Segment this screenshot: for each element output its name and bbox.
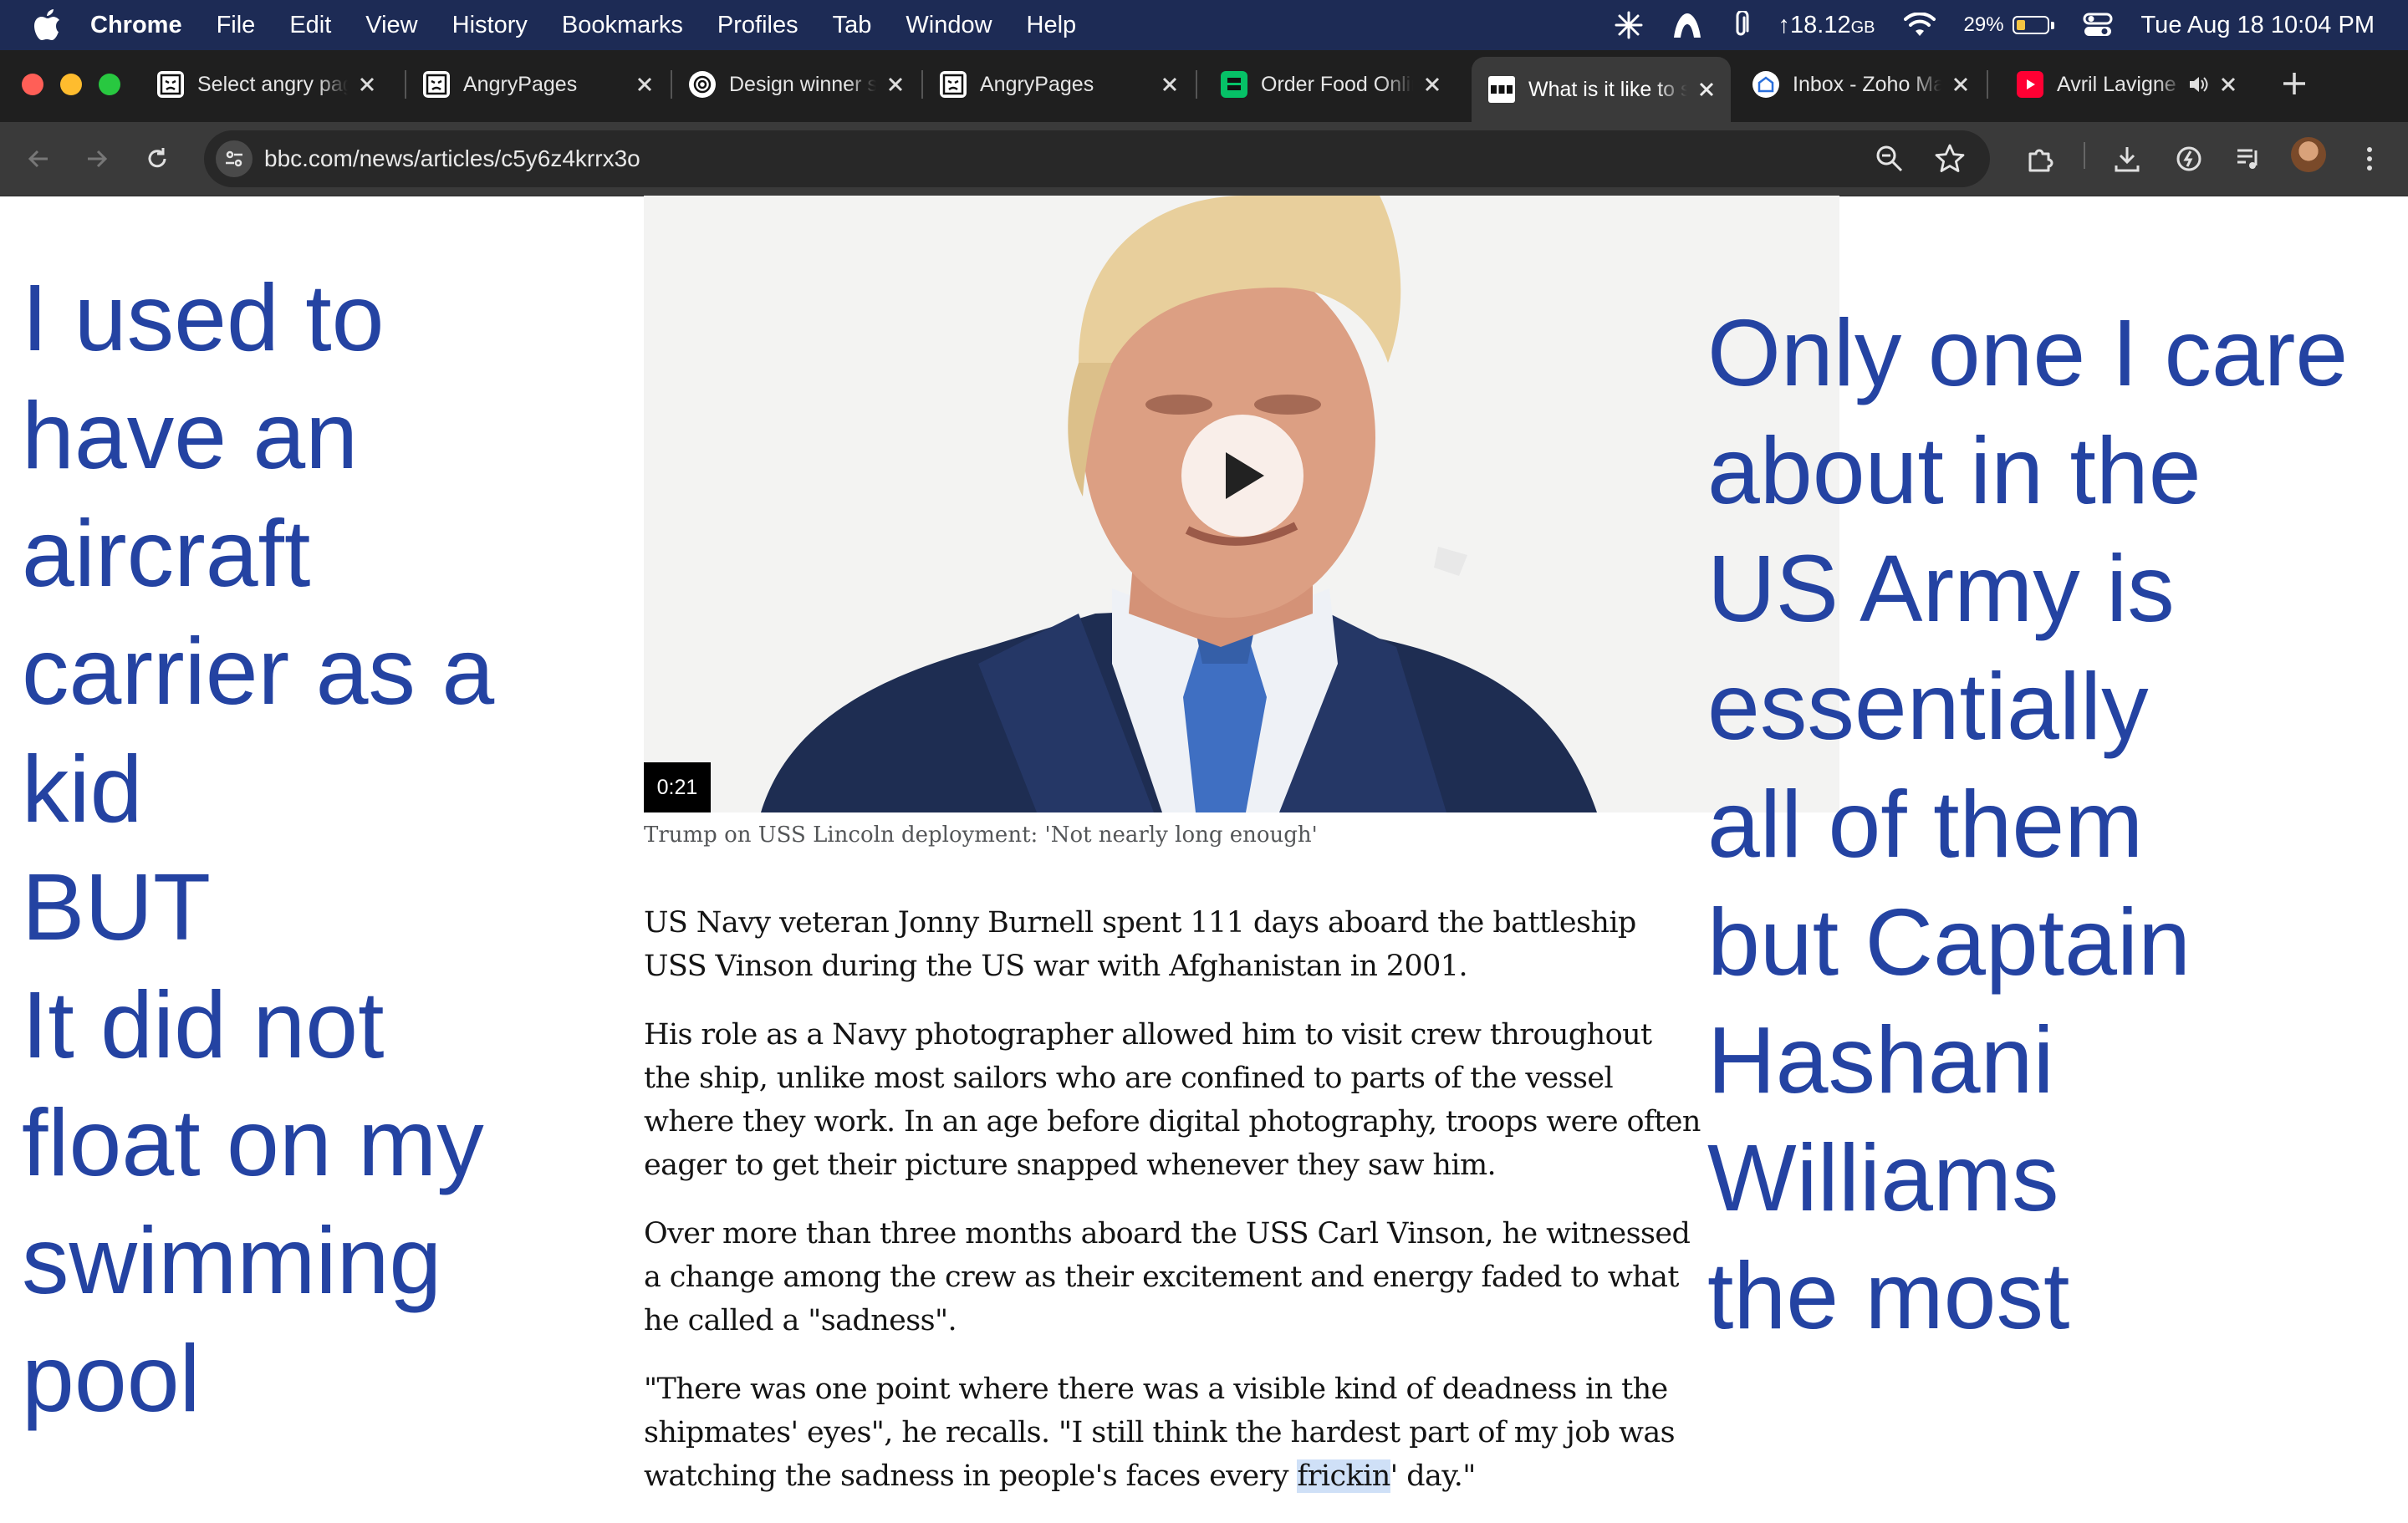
tab-title: Avril Lavigne: [2057, 72, 2176, 96]
play-icon: [1226, 452, 1264, 499]
tab-what-is-it-like[interactable]: What is it like to serve: [1472, 57, 1731, 122]
menubar-clock[interactable]: Tue Aug 18 10:04 PM: [2141, 12, 2375, 39]
menu-window[interactable]: Window: [906, 12, 992, 39]
performance-button[interactable]: [2171, 140, 2207, 177]
battery-icon: [2012, 16, 2049, 34]
tab-angrypages-2[interactable]: AngryPages: [923, 60, 1194, 109]
ubereats-icon: [1221, 71, 1247, 98]
site-info-icon[interactable]: [216, 140, 253, 177]
tab-title: AngryPages: [980, 72, 1094, 96]
tab-angrypages[interactable]: AngryPages: [406, 60, 669, 109]
article-paragraph: His role as a Navy photographer allowed …: [644, 1018, 1701, 1182]
menu-history[interactable]: History: [452, 12, 528, 39]
openai-icon: [689, 71, 716, 98]
address-bar[interactable]: bbc.com/news/articles/c5y6z4krrx3o: [204, 130, 1990, 187]
back-arrow-icon: [28, 150, 48, 168]
window-close-button[interactable]: [22, 74, 43, 95]
sparkle-status-icon[interactable]: [1615, 11, 1643, 39]
paperclip-icon[interactable]: [1732, 11, 1750, 39]
tab-zoho-inbox[interactable]: Inbox - Zoho Mail: [1736, 60, 1985, 109]
tab-design-winner[interactable]: Design winner selection: [672, 60, 920, 109]
youtube-icon: [2017, 71, 2043, 98]
close-icon[interactable]: [1157, 72, 1182, 97]
apple-logo-icon[interactable]: [32, 8, 62, 42]
video-duration: 0:21: [644, 762, 711, 812]
close-icon[interactable]: [2216, 72, 2241, 97]
music-queue-icon: [2237, 149, 2258, 169]
menu-tab[interactable]: Tab: [833, 12, 872, 39]
download-icon: [2115, 147, 2140, 172]
angrypages-icon: [423, 71, 450, 98]
angrypages-icon: [157, 71, 184, 98]
menu-edit[interactable]: Edit: [289, 12, 331, 39]
tab-title: Design winner selection: [729, 72, 876, 96]
video-caption: Trump on USS Lincoln deployment: 'Not ne…: [644, 823, 1318, 848]
menu-view[interactable]: View: [365, 12, 417, 39]
tab-title: AngryPages: [463, 72, 578, 96]
overlay-text-left: I used to have an aircraft carrier as a …: [22, 265, 495, 1431]
angrypages-icon: [940, 71, 967, 98]
tab-title: Inbox - Zoho Mail: [1793, 72, 1941, 96]
close-icon[interactable]: [632, 72, 657, 97]
storage-indicator[interactable]: ↑18.12GB: [1778, 12, 1875, 39]
play-button[interactable]: [1181, 415, 1303, 537]
reload-button[interactable]: [139, 140, 176, 177]
new-tab-plus-icon[interactable]: [2279, 69, 2309, 99]
url-text[interactable]: bbc.com/news/articles/c5y6z4krrx3o: [264, 130, 640, 187]
menu-profiles[interactable]: Profiles: [717, 12, 798, 39]
forward-button[interactable]: [79, 140, 115, 177]
close-icon[interactable]: [1694, 77, 1719, 102]
selected-text[interactable]: frickin: [1297, 1459, 1390, 1493]
tab-order-food-online[interactable]: Order Food Online: [1204, 60, 1457, 109]
close-icon[interactable]: [883, 72, 908, 97]
chrome-menu-button[interactable]: [2351, 140, 2388, 177]
wifi-icon[interactable]: [1903, 13, 1936, 38]
overlay-text-right: Only one I care about in the US Army is …: [1707, 300, 2349, 1348]
battery-indicator[interactable]: 29%: [1964, 13, 2054, 37]
close-icon[interactable]: [355, 72, 380, 97]
zoho-icon: [1752, 71, 1779, 98]
forward-arrow-icon: [88, 150, 108, 168]
reload-icon: [148, 148, 166, 168]
close-icon[interactable]: [1420, 72, 1445, 97]
article-paragraph: "There was one point where there was a v…: [644, 1373, 1676, 1493]
window-zoom-button[interactable]: [99, 74, 120, 95]
puzzle-piece-icon: [2028, 149, 2053, 172]
profile-avatar[interactable]: [2291, 137, 2326, 172]
tab-title: Select angry pages: [197, 72, 348, 96]
tab-select-angry-pages[interactable]: Select angry pages: [140, 60, 391, 109]
window-minimize-button[interactable]: [60, 74, 82, 95]
close-icon[interactable]: [1948, 72, 1973, 97]
arc-status-icon[interactable]: [1671, 11, 1703, 39]
macos-menu-bar: Chrome File Edit View History Bookmarks …: [0, 0, 2408, 50]
control-center-icon[interactable]: [2083, 12, 2113, 38]
zoom-icon[interactable]: [1873, 142, 1906, 176]
bookmark-star-icon[interactable]: [1933, 142, 1967, 176]
article-body: US Navy veteran Jonny Burnell spent 111 …: [644, 901, 1706, 1523]
tab-title: Order Food Online: [1261, 72, 1413, 96]
media-controls-button[interactable]: [2231, 140, 2268, 177]
menu-help[interactable]: Help: [1027, 12, 1077, 39]
bbc-icon: [1488, 76, 1515, 103]
speaker-icon[interactable]: [2187, 74, 2209, 95]
tab-title: What is it like to serve: [1528, 77, 1687, 101]
menu-app-name[interactable]: Chrome: [90, 12, 182, 39]
article-paragraph: US Navy veteran Jonny Burnell spent 111 …: [644, 906, 1636, 983]
kebab-menu-icon: [2367, 147, 2372, 171]
downloads-button[interactable]: [2109, 140, 2145, 177]
tab-avril-lavigne[interactable]: Avril Lavigne: [2000, 60, 2252, 109]
extensions-button[interactable]: [2022, 140, 2059, 177]
back-button[interactable]: [20, 140, 57, 177]
menu-file[interactable]: File: [217, 12, 256, 39]
speedometer-icon: [2176, 146, 2201, 171]
article-paragraph: Over more than three months aboard the U…: [644, 1217, 1691, 1337]
menu-bookmarks[interactable]: Bookmarks: [562, 12, 683, 39]
